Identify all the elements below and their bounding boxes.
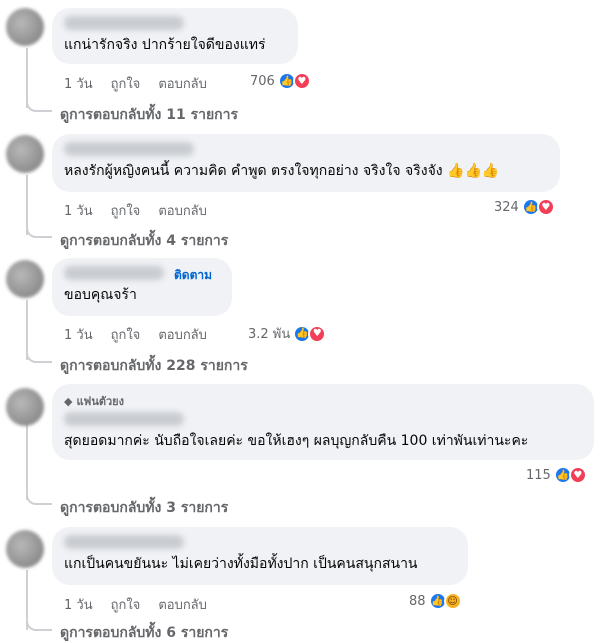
follow-button[interactable]: ติดตาม: [174, 266, 212, 285]
author-name[interactable]: [64, 16, 184, 30]
comment-time[interactable]: 1 วัน: [64, 73, 93, 94]
comment-bubble: ◆ แฟนตัวยง สุดยอดมากค่ะ นับถือใจเลยค่ะ ข…: [52, 384, 594, 460]
reply-branch: [26, 617, 52, 631]
reaction-summary[interactable]: 88 👍 ☺: [409, 592, 462, 610]
reaction-count: 88: [409, 593, 426, 609]
comment-time[interactable]: 1 วัน: [64, 200, 93, 221]
thread-line: [26, 420, 28, 500]
author-name[interactable]: [64, 535, 184, 549]
avatar[interactable]: [6, 388, 44, 426]
haha-reaction-icon: ☺: [443, 592, 462, 610]
author-name[interactable]: [64, 266, 164, 280]
love-reaction-icon: ♥: [292, 72, 311, 90]
comment-text: แกเป็นคนขยันนะ ไม่เคยว่างทั้งมือทั้งปาก …: [64, 556, 418, 572]
comment-text: หลงรักผู้หญิงคนนี้ ความคิด คำพูด ตรงใจทุ…: [64, 163, 500, 179]
comment-bubble: หลงรักผู้หญิงคนนี้ ความคิด คำพูด ตรงใจทุ…: [52, 134, 560, 192]
comment-bubble: แกน่ารักจริง ปากร้ายใจดีของแทร่: [52, 8, 298, 64]
love-reaction-icon: ♥: [536, 198, 555, 216]
like-button[interactable]: ถูกใจ: [111, 200, 141, 221]
avatar[interactable]: [6, 8, 44, 46]
top-fan-badge: ◆ แฟนตัวยง: [64, 392, 582, 410]
author-name[interactable]: [64, 412, 184, 426]
author-name[interactable]: [64, 142, 194, 156]
reply-button[interactable]: ตอบกลับ: [158, 200, 207, 221]
comment-actions: 1 วัน ถูกใจ ตอบกลับ: [64, 594, 207, 615]
comment-actions: 1 วัน ถูกใจ ตอบกลับ: [64, 200, 207, 221]
view-replies-link[interactable]: ดูการตอบกลับทั้ง 228 รายการ: [60, 355, 248, 377]
reaction-summary[interactable]: 3.2 พัน 👍 ♥: [248, 323, 327, 344]
avatar[interactable]: [6, 135, 44, 173]
comment-text: ขอบคุณจร้า: [64, 287, 137, 303]
avatar[interactable]: [6, 260, 44, 298]
love-reaction-icon: ♥: [308, 324, 327, 343]
reply-button[interactable]: ตอบกลับ: [158, 594, 207, 615]
reaction-summary[interactable]: 115 👍 ♥: [526, 466, 587, 484]
reply-branch: [26, 349, 52, 363]
reply-branch: [26, 491, 52, 505]
like-button[interactable]: ถูกใจ: [111, 324, 141, 345]
reaction-summary[interactable]: 324 👍 ♥: [494, 198, 555, 216]
reaction-count: 324: [494, 199, 519, 215]
comment-time[interactable]: 1 วัน: [64, 594, 93, 615]
view-replies-link[interactable]: ดูการตอบกลับทั้ง 6 รายการ: [60, 622, 228, 643]
avatar[interactable]: [6, 530, 44, 568]
reply-branch: [26, 224, 52, 238]
comment-bubble: ติดตาม ขอบคุณจร้า: [52, 258, 232, 316]
reaction-count: 706: [250, 73, 275, 89]
reaction-summary[interactable]: 706 👍 ♥: [250, 72, 311, 90]
comment-text: แกน่ารักจริง ปากร้ายใจดีของแทร่: [64, 37, 266, 53]
view-replies-link[interactable]: ดูการตอบกลับทั้ง 11 รายการ: [60, 104, 238, 126]
top-fan-label: แฟนตัวยง: [76, 395, 125, 408]
comment-actions: 1 วัน ถูกใจ ตอบกลับ: [64, 324, 207, 345]
like-button[interactable]: ถูกใจ: [111, 73, 141, 94]
view-replies-link[interactable]: ดูการตอบกลับทั้ง 4 รายการ: [60, 230, 228, 252]
love-reaction-icon: ♥: [568, 466, 587, 484]
reply-branch: [26, 98, 52, 112]
reply-button[interactable]: ตอบกลับ: [158, 73, 207, 94]
comment-text: สุดยอดมากค่ะ นับถือใจเลยค่ะ ขอให้เฮงๆ ผล…: [64, 433, 529, 449]
like-button[interactable]: ถูกใจ: [111, 594, 141, 615]
comment-actions: 1 วัน ถูกใจ ตอบกลับ: [64, 73, 207, 94]
diamond-icon: ◆: [64, 394, 73, 408]
comment-bubble: แกเป็นคนขยันนะ ไม่เคยว่างทั้งมือทั้งปาก …: [52, 527, 468, 585]
comment-time[interactable]: 1 วัน: [64, 324, 93, 345]
view-replies-link[interactable]: ดูการตอบกลับทั้ง 3 รายการ: [60, 497, 228, 519]
reaction-count: 115: [526, 467, 551, 483]
reaction-count: 3.2 พัน: [248, 327, 291, 342]
reply-button[interactable]: ตอบกลับ: [158, 324, 207, 345]
